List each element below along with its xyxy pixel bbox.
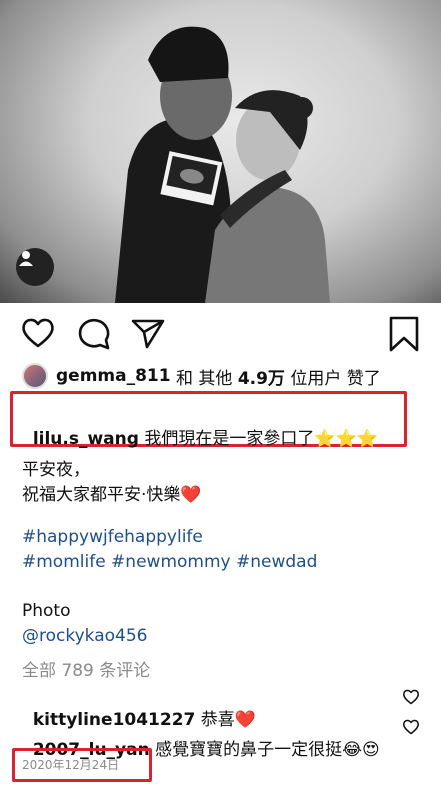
- liked-by-row[interactable]: gemma_811 和 其他 4.9万 位用户 赞了: [22, 362, 381, 390]
- post-photo[interactable]: [0, 0, 441, 303]
- avatar: [22, 363, 48, 389]
- hashtags-line-1[interactable]: #happywjfehappylife: [22, 527, 203, 547]
- heart-icon[interactable]: [20, 315, 56, 355]
- comment-like-heart-icon[interactable]: [402, 688, 420, 710]
- comment-text: 感覺寶寶的鼻子一定很挺😂😍: [155, 740, 380, 760]
- body-line-2: 祝福大家都平安·快樂❤️: [22, 485, 202, 505]
- couple-photo: [115, 26, 330, 303]
- liked-by-and: 和 其他: [176, 368, 233, 389]
- photo-credit-handle[interactable]: @rockykao456: [22, 626, 147, 646]
- comment-icon[interactable]: [76, 315, 112, 355]
- user-tag-icon[interactable]: [16, 248, 54, 286]
- send-icon[interactable]: [130, 315, 166, 355]
- comment-like-heart-icon[interactable]: [402, 718, 420, 740]
- liked-by-suffix: 位用户 赞了: [290, 368, 381, 389]
- body-line-1: 平安夜，: [22, 460, 90, 480]
- liked-by-user[interactable]: gemma_811: [56, 366, 171, 386]
- view-all-comments-link[interactable]: 全部 789 条评论: [22, 656, 150, 681]
- photo-credit-label: Photo: [22, 601, 71, 621]
- action-bar: [0, 315, 441, 359]
- liked-by-count[interactable]: 4.9万: [238, 364, 285, 389]
- bookmark-icon[interactable]: [386, 315, 422, 357]
- caption-user[interactable]: lilu.s_wang: [33, 429, 139, 449]
- hashtags-line-2[interactable]: #momlife #newmommy #newdad: [22, 552, 317, 572]
- caption-row: lilu.s_wang 我們現在是一家參口了⭐⭐⭐: [22, 404, 378, 449]
- post-date: 2020年12月24日: [22, 758, 120, 772]
- caption-text: 我們現在是一家參口了⭐⭐⭐: [144, 429, 378, 449]
